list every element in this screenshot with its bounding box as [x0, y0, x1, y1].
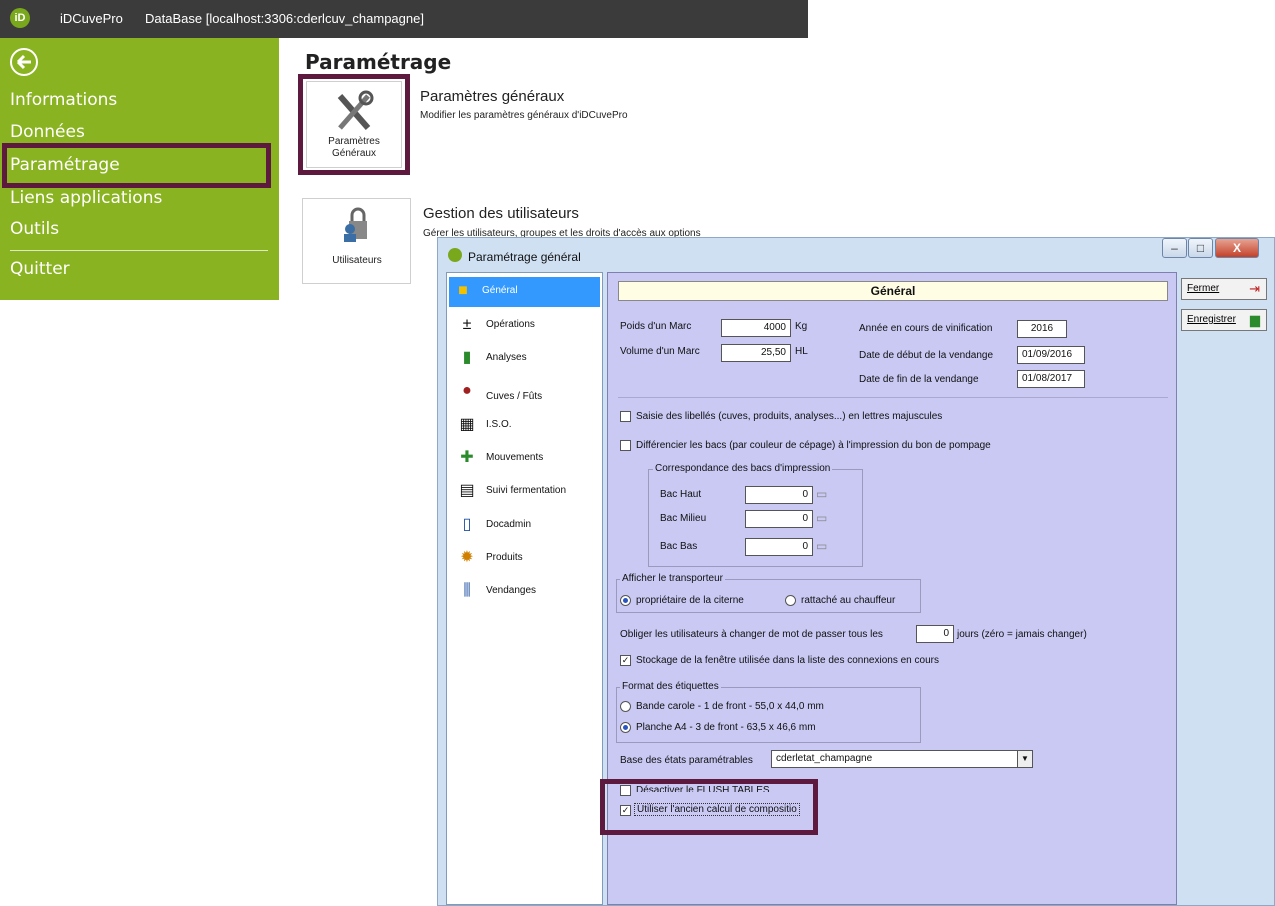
mdp-label: Obliger les utilisateurs à changer de mo…	[620, 629, 883, 640]
fin-label: Date de fin de la vendange	[859, 374, 979, 385]
close-window-button[interactable]: X	[1215, 238, 1259, 258]
sidebar-item-outils[interactable]: Outils	[10, 219, 59, 239]
chevron-down-icon[interactable]: ▼	[1017, 751, 1032, 767]
dialog-title: Paramétrage général	[468, 250, 581, 264]
bacs-checkbox[interactable]	[620, 440, 631, 451]
radio-bande-label: Bande carole - 1 de front - 55,0 x 44,0 …	[636, 701, 824, 712]
sliders-icon: ⫼	[463, 582, 471, 599]
barrel-icon: ●	[462, 382, 472, 399]
sidebar-item-quitter[interactable]: Quitter	[10, 259, 70, 279]
bac-haut-input[interactable]: 0	[745, 486, 813, 504]
back-arrow-icon[interactable]	[10, 48, 38, 76]
radio-planche-label: Planche A4 - 3 de front - 63,5 x 46,6 mm	[636, 722, 816, 733]
majuscules-checkbox[interactable]	[620, 411, 631, 422]
annee-input[interactable]: 2016	[1017, 320, 1067, 338]
sidebar-item-donnees[interactable]: Données	[10, 122, 85, 142]
radio-planche[interactable]	[620, 722, 631, 733]
majuscules-label: Saisie des libellés (cuves, produits, an…	[636, 411, 943, 422]
fin-date-input[interactable]: 01/08/2017	[1017, 370, 1085, 388]
volume-unit: HL	[795, 346, 808, 357]
bac-bas-input[interactable]: 0	[745, 538, 813, 556]
poids-label: Poids d'un Marc	[620, 321, 692, 332]
volume-label: Volume d'un Marc	[620, 346, 700, 357]
transporteur-group-title: Afficher le transporteur	[620, 573, 725, 584]
radio-citerne-label: propriétaire de la citerne	[636, 595, 744, 606]
user-lock-icon	[341, 207, 373, 243]
document-icon: ▯	[462, 516, 472, 533]
fermer-button[interactable]: Fermer ⇥	[1181, 278, 1267, 300]
minimize-button[interactable]: –	[1162, 238, 1187, 258]
section-title: Gestion des utilisateurs	[423, 205, 579, 222]
section-description: Gérer les utilisateurs, groupes et les d…	[423, 228, 701, 237]
annee-label: Année en cours de vinification	[859, 323, 993, 334]
highlight-box	[2, 143, 271, 188]
format-group-title: Format des étiquettes	[620, 681, 721, 692]
radio-bande[interactable]	[620, 701, 631, 712]
section-description: Modifier les paramètres généraux d'iDCuv…	[420, 110, 628, 121]
database-label: DataBase [localhost:3306:cderlcuv_champa…	[145, 11, 424, 26]
page-title: Paramétrage	[305, 50, 452, 74]
radio-citerne[interactable]	[620, 595, 631, 606]
debut-date-input[interactable]: 01/09/2016	[1017, 346, 1085, 364]
test-tubes-icon: ▮	[462, 349, 472, 366]
divider	[618, 397, 1168, 398]
format-group	[616, 687, 921, 743]
math-operations-icon: ±	[462, 316, 472, 333]
radio-chauffeur-label: rattaché au chauffeur	[801, 595, 896, 606]
chart-icon: ▤	[459, 482, 475, 499]
printer-icon[interactable]: ▭	[816, 487, 827, 501]
mdp-suffix: jours (zéro = jamais changer)	[957, 629, 1087, 640]
app-icon	[448, 248, 462, 262]
poids-unit: Kg	[795, 321, 808, 332]
bac-milieu-input[interactable]: 0	[745, 510, 813, 528]
mdp-days-input[interactable]: 0	[916, 625, 954, 643]
category-list: ■ Général ± Opérations ▮ Analyses ● Cuves / …	[446, 272, 603, 905]
section-title: Paramètres généraux	[420, 88, 565, 105]
tile-label: Utilisateurs	[332, 255, 382, 266]
bacs-label: Différencier les bacs (par couleur de cé…	[636, 440, 991, 451]
bac-haut-label: Bac Haut	[660, 489, 702, 500]
sidebar-divider	[10, 250, 268, 251]
sidebar-item-liens-applications[interactable]: Liens applications	[10, 188, 162, 208]
base-etats-label: Base des états paramétrables	[620, 755, 753, 766]
app-name: iDCuvePro	[60, 11, 123, 26]
movement-arrows-icon: ✚	[460, 449, 474, 466]
highlight-box	[600, 779, 818, 835]
sidebar-item-informations[interactable]: Informations	[10, 90, 117, 110]
parametrage-general-dialog: Paramétrage général – □ X ■ Général ± Opér…	[437, 237, 1275, 906]
document-grid-icon: ▦	[459, 416, 475, 433]
bacs-group-title: Correspondance des bacs d'impression	[653, 463, 833, 474]
title-bar: iD iDCuvePro DataBase [localhost:3306:cd…	[0, 0, 808, 38]
volume-input[interactable]: 25,50	[721, 344, 791, 362]
poids-input[interactable]: 4000	[721, 319, 791, 337]
maximize-button[interactable]: □	[1188, 238, 1213, 258]
base-etats-select[interactable]: cderletat_champagne ▼	[771, 750, 1033, 768]
gears-icon: ✹	[460, 549, 474, 566]
nav-item-general[interactable]: ■ Général	[449, 277, 600, 307]
panel-header: Général	[618, 281, 1168, 301]
app-logo: iD	[10, 8, 30, 28]
bac-bas-label: Bac Bas	[660, 541, 698, 552]
radio-chauffeur[interactable]	[785, 595, 796, 606]
highlight-box	[298, 74, 410, 175]
printer-icon[interactable]: ▭	[816, 539, 827, 553]
exit-icon: ⇥	[1249, 281, 1260, 296]
printer-icon[interactable]: ▭	[816, 511, 827, 525]
bac-milieu-label: Bac Milieu	[660, 513, 707, 524]
debut-label: Date de début de la vendange	[859, 350, 993, 361]
enregistrer-button[interactable]: Enregistrer ▆	[1181, 309, 1267, 331]
stockage-label: Stockage de la fenêtre utilisée dans la …	[636, 655, 939, 666]
save-icon: ▆	[1250, 312, 1260, 327]
folder-icon: ■	[458, 282, 468, 299]
utilisateurs-tile[interactable]: Utilisateurs	[302, 198, 411, 284]
stockage-checkbox[interactable]: ✓	[620, 655, 631, 666]
